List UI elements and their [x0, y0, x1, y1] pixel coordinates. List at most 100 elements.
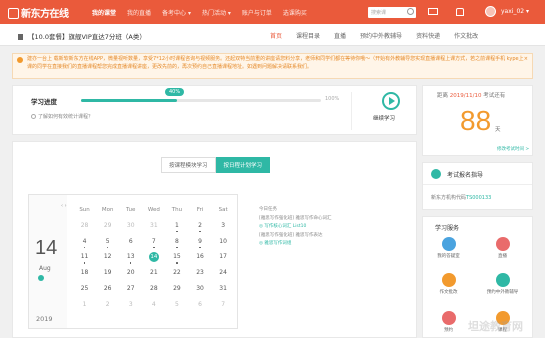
calendar-day[interactable]: 28 — [142, 284, 165, 300]
calendar-day[interactable]: 24 — [212, 268, 235, 284]
notification-bell-icon[interactable] — [456, 8, 464, 16]
calendar-day[interactable]: 2 — [188, 221, 211, 237]
exam-days-remaining: 88 — [460, 105, 492, 136]
calendar-day[interactable]: 1 — [73, 300, 96, 316]
progress-help-link[interactable]: 了解如何有效统计课程？ — [31, 113, 93, 120]
mode-by-module-button[interactable]: 按课程模块学习 — [161, 157, 216, 173]
calendar-day[interactable]: 12 — [96, 252, 119, 268]
task-link[interactable]: ◎ 雅思写作词组 — [259, 240, 409, 249]
tab-live[interactable]: 直播 — [334, 31, 346, 40]
registration-guide-title: 考试报名指导 — [447, 172, 484, 179]
calendar-day[interactable]: 9 — [188, 237, 211, 253]
booking-icon — [441, 311, 456, 325]
today-tasks-heading: 今日任务 — [259, 207, 277, 212]
calendar-day[interactable]: 8 — [165, 237, 188, 253]
study-calendar: 14 Aug 2019 ‹ › Sun Mon Tue Wed Thu Fri Sat 28 2… — [28, 194, 238, 329]
continue-learning-button[interactable]: 继续学习 — [373, 114, 395, 122]
close-icon[interactable]: × — [524, 56, 528, 64]
service-live[interactable]: 直播 — [485, 237, 520, 259]
mode-by-schedule-button[interactable]: 按日程计划学习 — [215, 157, 271, 173]
calendar-day[interactable]: 5 — [165, 300, 188, 316]
calendar-day[interactable]: 11 — [73, 252, 96, 268]
calendar-day[interactable]: 29 — [96, 221, 119, 237]
calendar-day[interactable]: 17 — [212, 252, 235, 268]
calendar-day[interactable]: 4 — [73, 237, 96, 253]
calendar-day[interactable]: 26 — [96, 284, 119, 300]
calendar-week-row: 11 12 13 14 15 16 17 — [73, 252, 235, 268]
search-input[interactable]: 搜索课 — [368, 7, 416, 18]
calendar-day[interactable]: 15 — [165, 252, 188, 268]
calendar-day[interactable]: 10 — [212, 237, 235, 253]
institution-code-value: TS000133 — [466, 195, 492, 201]
calendar-day[interactable]: 23 — [188, 268, 211, 284]
tab-home[interactable]: 首页 — [270, 31, 282, 40]
calendar-day[interactable]: 16 — [188, 252, 211, 268]
calendar-day[interactable]: 18 — [73, 268, 96, 284]
task-link[interactable]: ◎ 写作核心词汇 List10 — [259, 223, 409, 232]
nav-item-account-orders[interactable]: 账户与订单 — [242, 8, 272, 17]
bookmark-icon — [18, 34, 23, 40]
calendar-day[interactable]: 3 — [119, 300, 142, 316]
search-icon[interactable] — [407, 8, 414, 15]
calendar-weekday: Mon — [101, 207, 114, 213]
brand-logo-text: 新东方在线 — [21, 9, 69, 20]
calendar-nav-arrows[interactable]: ‹ › — [61, 203, 67, 209]
calendar-day[interactable]: 5 — [96, 237, 119, 253]
service-booking[interactable]: 预约 — [431, 311, 466, 333]
calendar-weekday: Sun — [79, 207, 90, 213]
service-tutoring[interactable]: 预约中外教辅导 — [485, 273, 520, 295]
progress-help-text: 了解如何有效统计课程？ — [38, 114, 94, 120]
calendar-day[interactable]: 27 — [119, 284, 142, 300]
username-dropdown[interactable]: yaxi_02 ▾ — [501, 8, 529, 15]
calendar-day[interactable]: 22 — [165, 268, 188, 284]
calendar-day[interactable]: 19 — [96, 268, 119, 284]
calendar-day[interactable]: 29 — [165, 284, 188, 300]
user-avatar[interactable] — [485, 6, 496, 17]
calendar-day[interactable]: 2 — [96, 300, 119, 316]
calendar-day[interactable]: 13 — [119, 252, 142, 268]
progress-max: 100% — [325, 96, 340, 102]
tab-course-catalog[interactable]: 课程目录 — [296, 31, 320, 40]
exam-prefix: 距离 — [437, 93, 449, 99]
tab-materials[interactable]: 资料快递 — [416, 31, 440, 40]
mail-icon[interactable] — [428, 8, 438, 15]
service-qa-room[interactable]: 我的答疑室 — [431, 237, 466, 259]
calendar-week-row: 28 29 30 31 1 2 3 — [73, 221, 235, 237]
nav-item-my-classroom[interactable]: 我的课堂 — [92, 8, 116, 17]
brand-logo[interactable]: 新东方在线 — [8, 5, 69, 20]
calendar-day[interactable]: 4 — [142, 300, 165, 316]
nav-item-buy-courses[interactable]: 选课购买 — [283, 8, 307, 17]
calendar-day[interactable]: 28 — [73, 221, 96, 237]
calendar-day[interactable]: 30 — [119, 221, 142, 237]
calendar-day[interactable]: 3 — [212, 221, 235, 237]
nav-item-exam-center[interactable]: 备考中心 ▾ — [162, 8, 191, 17]
calendar-day[interactable]: 31 — [212, 284, 235, 300]
calendar-day[interactable]: 6 — [119, 237, 142, 253]
calendar-day[interactable]: 20 — [119, 268, 142, 284]
exam-registration-header[interactable]: 考试报名指导 — [423, 163, 532, 185]
nav-item-my-live[interactable]: 我的直播 — [127, 8, 151, 17]
qa-room-icon — [441, 237, 456, 251]
exam-countdown-line: 距离 2019/11/10 考试还有 — [437, 91, 505, 99]
nav-item-hot-events[interactable]: 热门活动 ▾ — [202, 8, 231, 17]
calendar-year: 2019 — [36, 315, 53, 323]
calendar-day[interactable]: 1 — [165, 221, 188, 237]
calendar-week-row: 18 19 20 21 22 23 24 — [73, 268, 235, 284]
calendar-day[interactable]: 25 — [73, 284, 96, 300]
exam-suffix: 考试还有 — [483, 93, 506, 99]
calendar-day[interactable]: 30 — [188, 284, 211, 300]
calendar-day[interactable]: 7 — [142, 237, 165, 253]
calendar-weekday: Fri — [196, 207, 204, 213]
calendar-day[interactable]: 6 — [188, 300, 211, 316]
tab-tutoring[interactable]: 预约中外教辅导 — [360, 31, 402, 40]
calendar-day-today[interactable]: 14 — [142, 252, 165, 268]
calendar-day[interactable]: 7 — [212, 300, 235, 316]
edit-exam-date-link[interactable]: 修改考试时间 > — [497, 146, 529, 152]
play-icon[interactable] — [382, 92, 400, 110]
calendar-day[interactable]: 31 — [142, 221, 165, 237]
calendar-week-row: 1234567 — [73, 300, 235, 316]
tab-essay-grading[interactable]: 作文批改 — [454, 31, 478, 40]
service-essay-grading[interactable]: 作文批改 — [431, 273, 466, 295]
calendar-day[interactable]: 21 — [142, 268, 165, 284]
month-picker-icon[interactable] — [38, 275, 44, 281]
